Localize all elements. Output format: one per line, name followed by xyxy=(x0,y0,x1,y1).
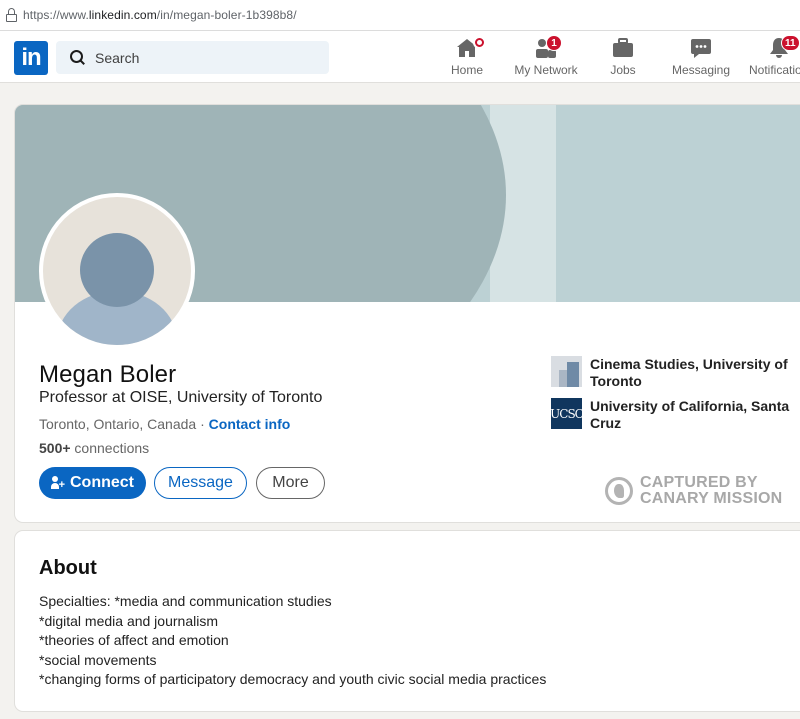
nav-messaging-label: Messaging xyxy=(671,63,731,77)
nav-jobs-label: Jobs xyxy=(610,63,636,77)
nav-my-network-label: My Network xyxy=(514,63,578,77)
browser-address-bar[interactable]: https://www.linkedin.com/in/megan-boler-… xyxy=(0,0,800,31)
connect-label: Connect xyxy=(70,474,134,491)
messaging-icon xyxy=(691,39,711,58)
education-item-cinema-studies[interactable]: Cinema Studies, University of Toronto xyxy=(551,356,790,390)
nav-notifications-label: Notifications xyxy=(749,63,800,77)
connections-number: 500+ xyxy=(39,440,71,456)
location-row: Toronto, Ontario, Canada · Contact info xyxy=(39,416,290,432)
lock-icon xyxy=(6,8,17,22)
university-logo xyxy=(551,356,582,387)
briefcase-icon xyxy=(613,38,633,57)
message-button[interactable]: Message xyxy=(154,467,247,499)
nav-notifications[interactable]: 11 Notifications xyxy=(749,31,800,83)
nav-jobs[interactable]: Jobs xyxy=(608,31,638,83)
about-section: About Specialties: *media and communicat… xyxy=(15,531,800,711)
nav-my-network[interactable]: 1 My Network xyxy=(512,31,580,83)
ucsc-logo: UCSC xyxy=(550,398,584,429)
notifications-badge: 11 xyxy=(781,35,800,51)
separator: · xyxy=(196,416,209,432)
linkedin-logo[interactable]: in xyxy=(14,41,48,75)
bird-icon xyxy=(605,477,633,505)
nav-home-label: Home xyxy=(451,63,484,77)
person-add-icon: + xyxy=(51,475,65,491)
avatar[interactable] xyxy=(39,193,195,349)
about-text: Specialties: *media and communication st… xyxy=(39,593,547,687)
more-button[interactable]: More xyxy=(256,467,325,499)
education-name: Cinema Studies, University of Toronto xyxy=(590,356,788,389)
watermark-line-1: CAPTURED BY xyxy=(640,474,758,491)
search-icon xyxy=(70,49,86,66)
connect-button[interactable]: + Connect xyxy=(39,467,146,499)
connections-count[interactable]: 500+ connections xyxy=(39,440,149,456)
profile-headline: Professor at OISE, University of Toronto xyxy=(39,389,323,406)
search-box[interactable] xyxy=(56,41,329,74)
education-item-ucsc[interactable]: UCSC University of California, Santa Cru… xyxy=(550,398,790,432)
profile-card: Megan Boler Professor at OISE, Universit… xyxy=(15,105,800,522)
search-input[interactable] xyxy=(95,49,295,66)
connections-label: connections xyxy=(70,440,150,456)
canary-mission-watermark: CAPTURED BY CANARY MISSION xyxy=(605,475,782,507)
network-badge: 1 xyxy=(546,35,562,51)
nav-home[interactable]: Home xyxy=(451,31,486,83)
nav-messaging[interactable]: Messaging xyxy=(671,31,731,83)
education-name: University of California, Santa Cruz xyxy=(590,398,790,431)
about-title: About xyxy=(39,557,97,579)
profile-location: Toronto, Ontario, Canada xyxy=(39,416,197,432)
home-notification-dot xyxy=(473,36,486,49)
top-navigation: in Home 1 My Network Jobs Messa xyxy=(0,31,800,83)
contact-info-link[interactable]: Contact info xyxy=(209,416,291,432)
url-text[interactable]: https://www.linkedin.com/in/megan-boler-… xyxy=(23,8,297,22)
profile-name: Megan Boler xyxy=(39,361,177,388)
watermark-line-2: CANARY MISSION xyxy=(640,490,783,507)
